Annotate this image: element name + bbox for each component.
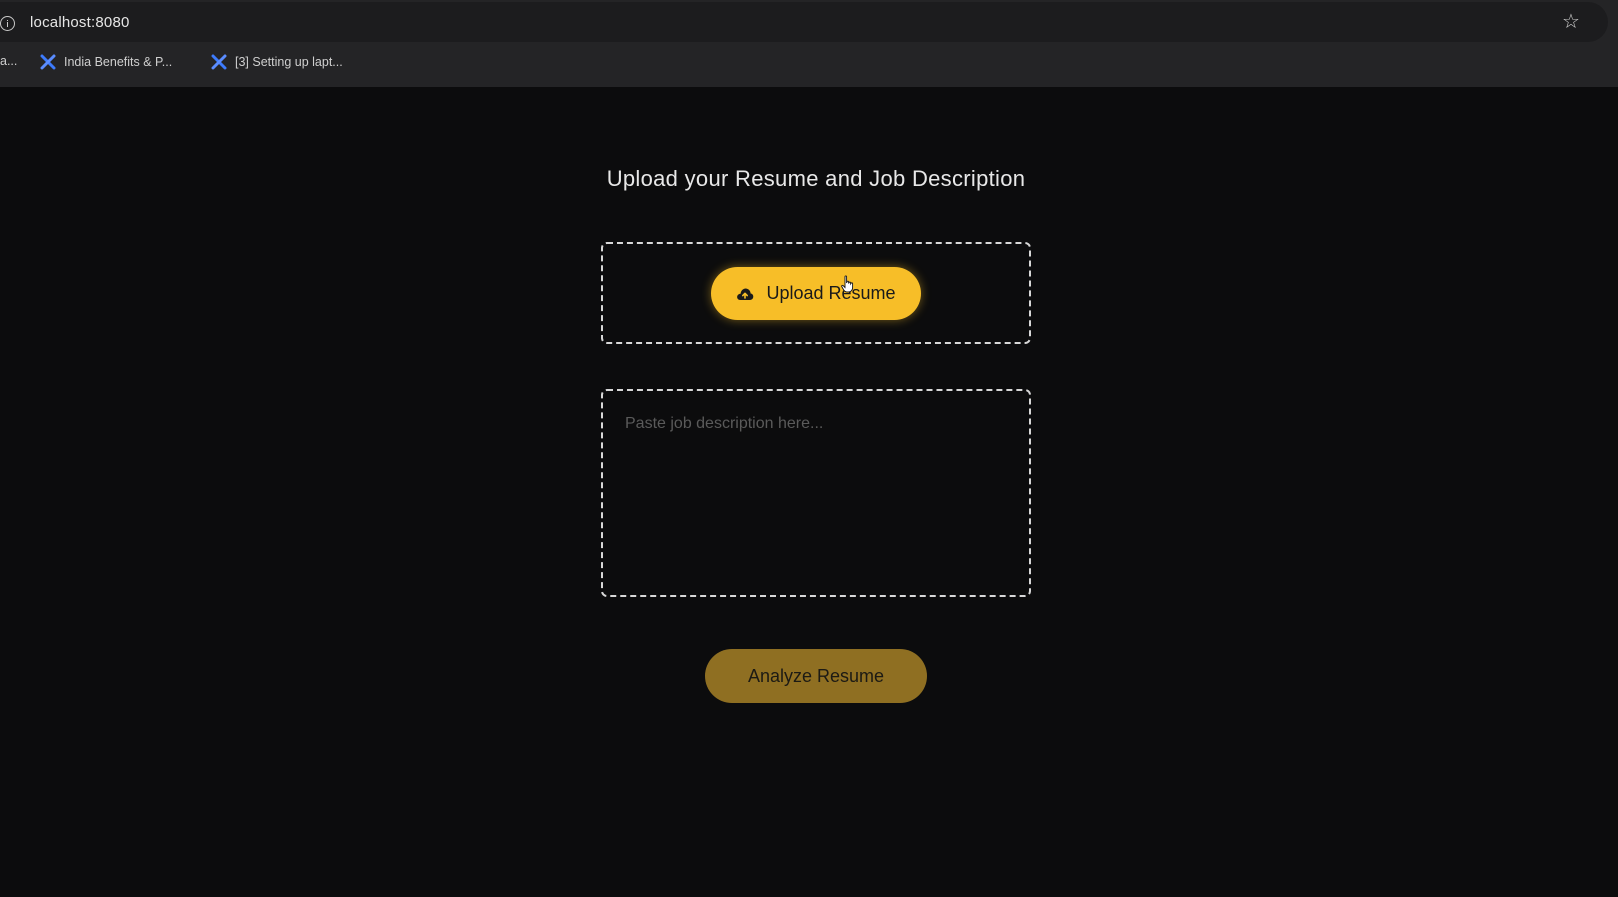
bookmark-label: [3] Setting up lapt... — [235, 55, 343, 69]
upload-resume-button[interactable]: Upload Resume — [711, 267, 921, 320]
url-text[interactable]: localhost:8080 — [30, 14, 130, 31]
browser-chrome: localhost:8080 ☆ a... India Benefits & P… — [0, 0, 1618, 87]
hand-cursor-icon — [841, 275, 854, 293]
bookmarks-bar: a... India Benefits & P... [3] Setting u… — [0, 48, 1618, 78]
job-description-input[interactable] — [601, 389, 1031, 597]
info-icon[interactable] — [0, 16, 15, 31]
bookmark-item-india-benefits[interactable]: India Benefits & P... — [40, 54, 172, 70]
bookmark-label: India Benefits & P... — [64, 55, 173, 69]
address-bar[interactable]: localhost:8080 ☆ — [0, 2, 1608, 42]
star-icon[interactable]: ☆ — [1562, 12, 1580, 32]
cloud-upload-icon — [737, 288, 754, 300]
bookmark-item[interactable]: a... — [0, 54, 17, 68]
bookmark-item-setting-up-laptop[interactable]: [3] Setting up lapt... — [211, 54, 343, 70]
bookmark-label: a... — [0, 54, 18, 68]
analyze-resume-button[interactable]: Analyze Resume — [705, 649, 927, 703]
upload-button-label: Upload Resume — [766, 283, 896, 303]
page-title: Upload your Resume and Job Description — [606, 166, 1026, 191]
blue-x-icon — [211, 54, 227, 70]
blue-x-icon — [40, 54, 56, 70]
